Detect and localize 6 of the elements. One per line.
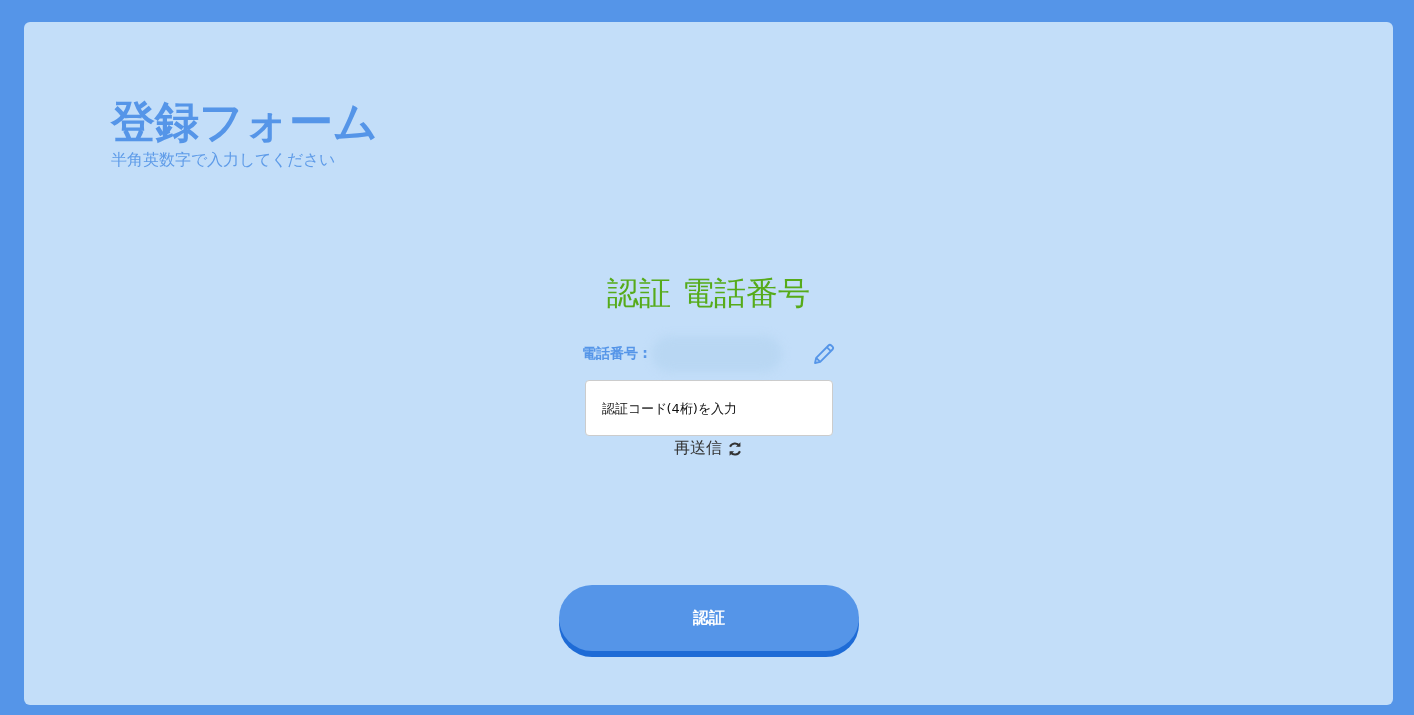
verify-heading: 認証 電話番号 — [607, 273, 810, 314]
code-input-field[interactable]: 認証コード(4桁)を入力 — [584, 380, 833, 436]
form-title: 登録フォーム — [111, 96, 378, 148]
resend-link[interactable]: 再送信 — [673, 438, 744, 459]
form-subtitle: 半角英数字で入力してください — [111, 150, 335, 171]
phone-label: 電話番号 : — [581, 345, 648, 363]
